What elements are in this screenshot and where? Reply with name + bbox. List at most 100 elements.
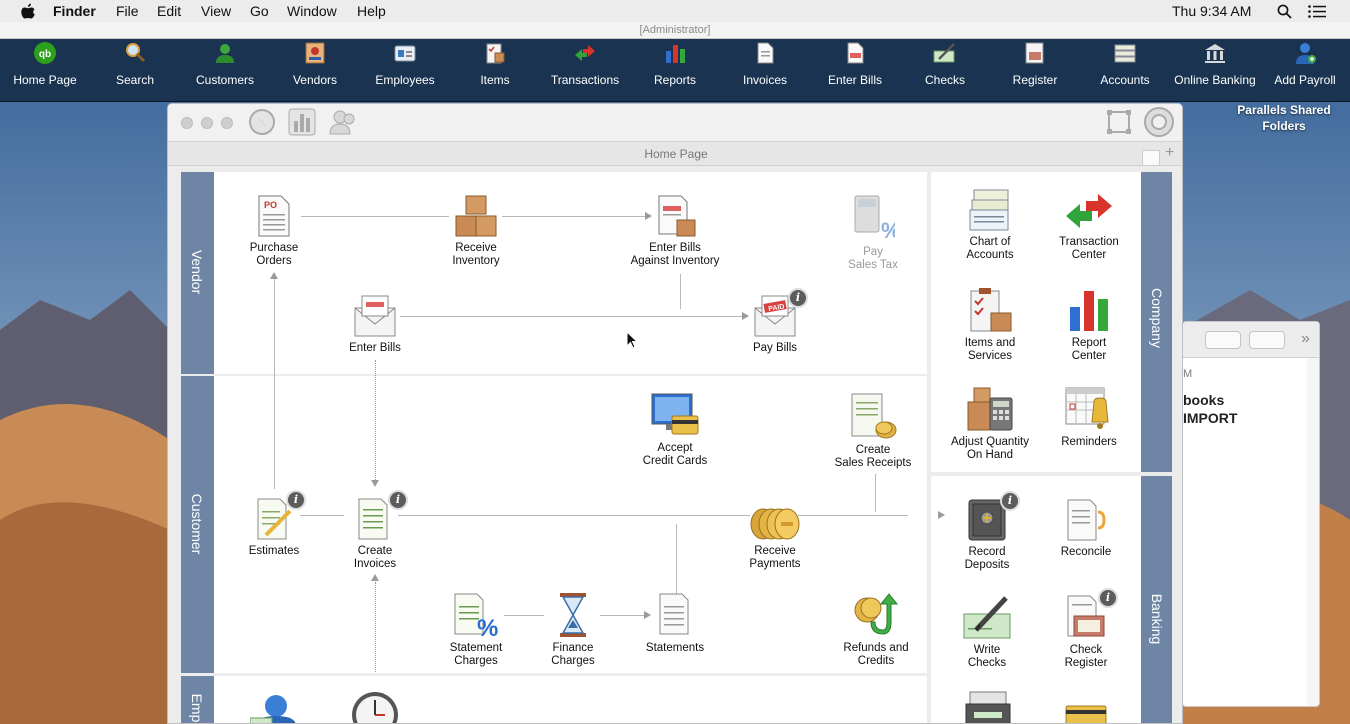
statement-document-icon [659,593,689,635]
receive-payments-button[interactable]: Receive Payments [725,507,825,571]
print-checks-icon[interactable] [964,690,1012,724]
employee-person-icon[interactable] [250,692,300,724]
customer-person-icon [216,44,234,63]
app-menu-finder[interactable]: Finder [53,3,96,19]
purchase-orders-button[interactable]: PO Purchase Orders [224,194,324,268]
estimates-info-badge[interactable]: i [286,490,306,510]
toolbar-home-page-button[interactable]: qb Home Page [0,39,90,101]
toolbar-reports-button[interactable]: Reports [630,39,720,101]
add-tab-icon[interactable]: + [1165,144,1174,162]
toolbar-invoices-button[interactable]: Invoices [720,39,810,101]
pay-bills-info-badge[interactable]: i [788,288,808,308]
items-and-services-button[interactable]: Items and Services [940,287,1040,363]
user-role-label: [Administrator] [0,22,1350,39]
invoice-document-icon [757,42,774,64]
create-invoices-info-badge[interactable]: i [388,490,408,510]
pay-sales-tax-button[interactable]: % PaySales Tax [823,194,923,272]
compass-icon[interactable] [248,108,276,136]
vendor-band: Vendor [181,172,214,374]
transaction-center-icon [1066,194,1112,228]
transaction-center-button[interactable]: Transaction Center [1039,188,1139,262]
time-clock-icon[interactable] [350,690,400,724]
tab-blank-button[interactable] [1142,150,1160,166]
people-icon[interactable] [328,108,358,136]
receive-inventory-button[interactable]: Receive Inventory [426,194,526,268]
icon-toolbar: qb Home Page Search Customers Vendors Em… [0,39,1350,102]
svg-text:%: % [477,615,498,638]
report-center-button[interactable]: Report Center [1039,287,1139,363]
spotlight-search-icon[interactable] [1277,4,1292,19]
create-invoices-button[interactable]: Create Invoices [325,497,425,571]
refunds-and-credits-button[interactable]: Refunds and Credits [826,592,926,668]
reconcile-button[interactable]: Reconcile [1036,498,1136,559]
toolbar-customers-button[interactable]: Customers [180,39,270,101]
credit-card-charges-icon[interactable] [1064,704,1108,724]
hourglass-icon [560,593,586,637]
enter-bills-button[interactable]: Enter Bills [325,294,425,355]
adjust-quantity-on-hand-button[interactable]: Adjust Quantity On Hand [940,386,1040,462]
chart-of-accounts-button[interactable]: Chart of Accounts [940,188,1040,262]
toolbar-add-payroll-button[interactable]: Add Payroll [1260,39,1350,101]
window-close-button[interactable] [181,117,193,129]
background-window[interactable]: » M books IMPORT [1182,321,1320,707]
toolbar-enter-bills-button[interactable]: Enter Bills [810,39,900,101]
write-checks-pen-icon [963,596,1011,639]
notification-center-icon[interactable] [1308,5,1326,18]
reports-snapshot-icon[interactable] [288,108,316,136]
statement-charges-button[interactable]: % Statement Charges [426,592,526,668]
menu-window[interactable]: Window [287,3,337,19]
menu-clock[interactable]: Thu 9:34 AM [1172,3,1251,19]
bill-inventory-icon [658,195,696,237]
write-checks-button[interactable]: Write Checks [937,594,1037,670]
bgwin-text-2: books [1183,392,1225,408]
menu-view[interactable]: View [201,3,231,19]
toolbar-checks-button[interactable]: Checks [900,39,990,101]
statements-button[interactable]: Statements [625,592,725,655]
add-payroll-person-icon [1296,43,1316,64]
create-sales-receipts-button[interactable]: Create Sales Receipts [823,392,923,470]
enter-bills-against-inventory-button[interactable]: Enter Bills Against Inventory [625,194,725,268]
mouse-cursor-icon [626,331,638,349]
estimates-button[interactable]: Estimates [224,497,324,558]
menu-go[interactable]: Go [250,3,269,19]
reminders-bell-icon [1065,387,1109,429]
bgwin-more-icon[interactable]: » [1301,330,1310,348]
toolbar-online-banking-button[interactable]: Online Banking [1170,39,1260,101]
apple-icon[interactable] [21,3,35,19]
window-minimize-button[interactable] [201,117,213,129]
window-zoom-button[interactable] [221,117,233,129]
window-tab-title: Home Page [168,142,1182,166]
toolbar-vendors-button[interactable]: Vendors [270,39,360,101]
company-band: Company [1141,172,1172,472]
toolbar-transactions-button[interactable]: Transactions [540,39,630,101]
check-register-button[interactable]: Check Register [1036,594,1136,670]
fullscreen-icon[interactable] [1106,109,1132,135]
inventory-boxes-icon [455,195,497,237]
check-register-info-badge[interactable]: i [1098,588,1118,608]
bill-document-icon [847,42,864,64]
finance-charges-button[interactable]: Finance Charges [523,592,623,668]
toolbar-accounts-button[interactable]: Accounts [1080,39,1170,101]
menu-file[interactable]: File [116,3,139,19]
menu-edit[interactable]: Edit [157,3,181,19]
toolbar-employees-button[interactable]: Employees [360,39,450,101]
pay-bills-button[interactable]: PAID Pay Bills [725,294,825,355]
record-deposits-button[interactable]: Record Deposits [937,498,1037,572]
purchase-order-icon: PO [258,195,290,237]
desktop-shared-folders[interactable]: Parallels Shared Folders [1228,102,1340,134]
reminders-button[interactable]: Reminders [1039,386,1139,449]
toolbar-register-button[interactable]: Register [990,39,1080,101]
bgwin-share-button[interactable] [1249,331,1285,349]
svg-text:%: % [881,218,895,242]
toolbar-items-button[interactable]: Items [450,39,540,101]
transactions-arrows-icon [575,45,595,61]
record-deposits-info-badge[interactable]: i [1000,491,1020,511]
accept-credit-cards-button[interactable]: Accept Credit Cards [625,392,725,468]
report-center-chart-icon [1070,291,1108,331]
menu-help[interactable]: Help [357,3,386,19]
help-lifebuoy-icon[interactable] [1143,106,1175,138]
bgwin-view-button[interactable] [1205,331,1241,349]
reports-bar-chart-icon [666,45,685,63]
toolbar-search-button[interactable]: Search [90,39,180,101]
adjust-quantity-icon [967,387,1013,431]
